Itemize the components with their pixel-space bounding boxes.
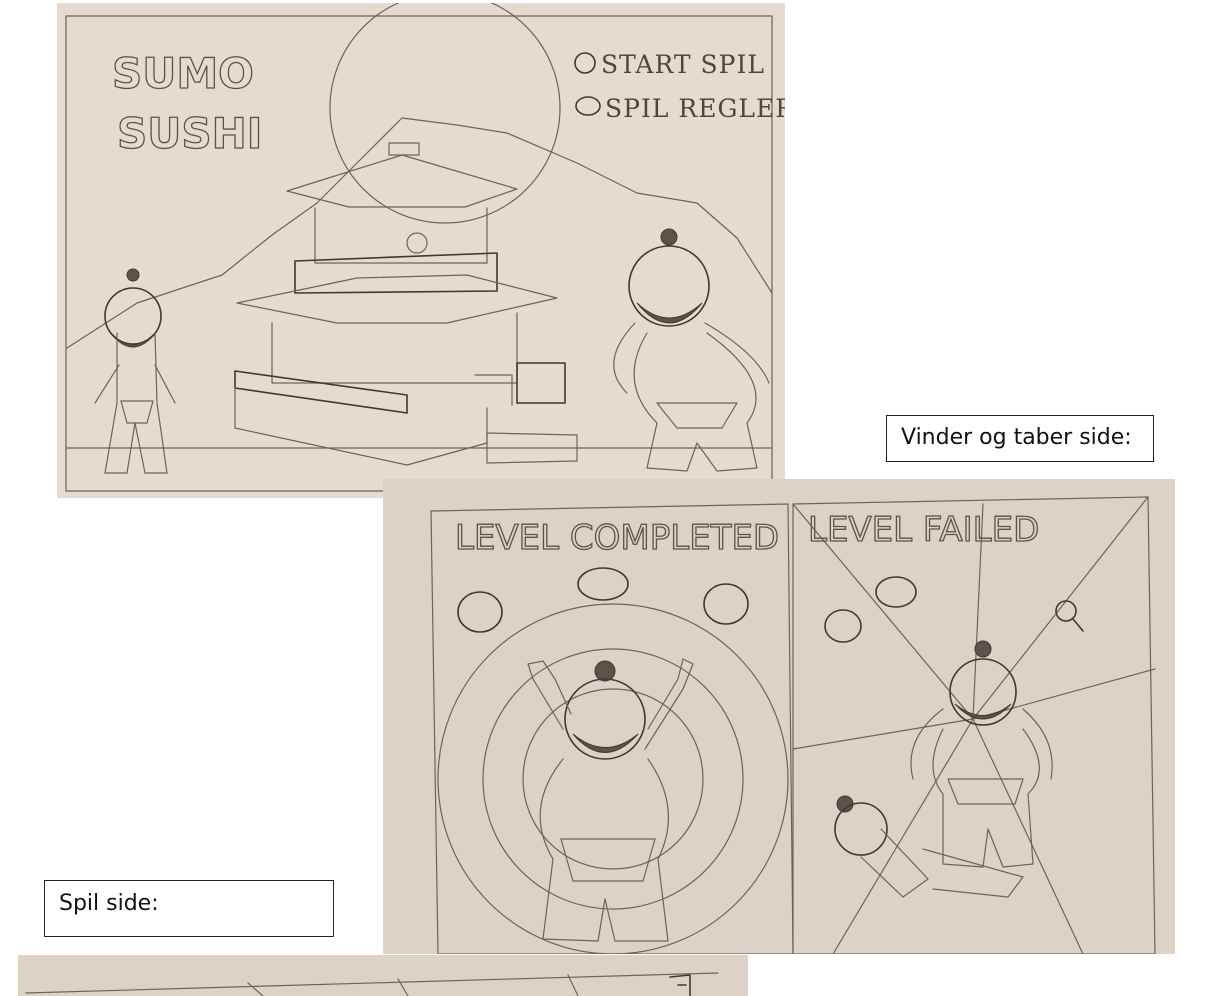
temple-drawing (234, 142, 578, 466)
game-rules-label: SPIL REGLER (605, 94, 785, 123)
standing-sumo-figure (910, 640, 1053, 868)
winner-loser-caption: Vinder og taber side: (886, 415, 1154, 462)
sushi-icon (575, 96, 601, 116)
start-game-label: START SPIL (601, 50, 765, 79)
sun (329, 3, 561, 224)
sushi-icon (824, 576, 917, 643)
start-game-button[interactable]: START SPIL (574, 50, 765, 79)
logo-line1: SUMO (112, 49, 254, 98)
broccoli-icon (1055, 600, 1084, 632)
game-rules-button[interactable]: SPIL REGLER (575, 94, 785, 123)
sushi-icon (457, 567, 749, 633)
level-failed-title: LEVEL FAILED (808, 510, 1039, 550)
victorious-sumo-figure (527, 658, 694, 942)
title-screen-sketch: SUMO SUSHI START SPIL SPIL REGLER (57, 3, 785, 498)
large-sumo-figure (613, 228, 770, 472)
game-screen-sketch (18, 955, 748, 996)
logo-line2: SUSHI (117, 109, 262, 158)
result-screens-sketch: LEVEL COMPLETED LEVEL FAILED (383, 479, 1175, 954)
game-logo: SUMO SUSHI (111, 48, 263, 158)
game-page-caption: Spil side: (44, 880, 334, 937)
level-failed-panel: LEVEL FAILED (792, 496, 1156, 954)
level-completed-title: LEVEL COMPLETED (455, 518, 779, 558)
level-completed-panel: LEVEL COMPLETED (430, 503, 794, 954)
small-sumo-figure (94, 268, 176, 474)
sushi-icon (574, 52, 596, 74)
